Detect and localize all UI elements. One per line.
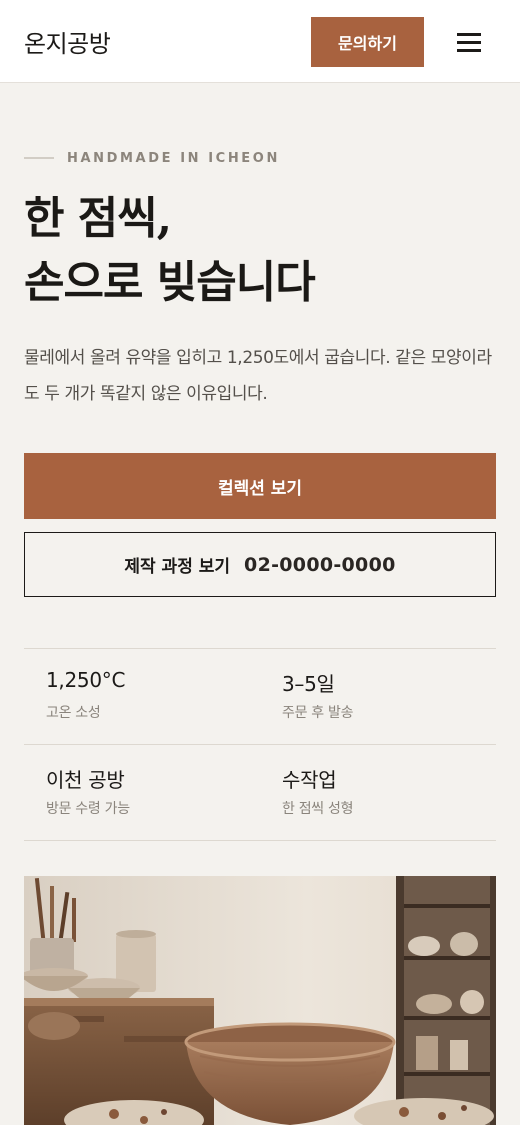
stat-label: 한 점씩 성형 [282, 801, 354, 817]
stat-value: 수작업 [282, 768, 337, 792]
stat-value: 3–5일 [282, 672, 335, 696]
stats-row: 이천 공방 방문 수령 가능 수작업 한 점씩 성형 [24, 745, 496, 841]
view-collection-button[interactable]: 컬렉션 보기 [24, 453, 496, 519]
view-process-label: 제작 과정 보기 [124, 557, 231, 577]
phone-number: 02-0000-0000 [244, 553, 396, 576]
stat-label: 방문 수령 가능 [46, 801, 130, 817]
stats-grid: 1,250°C 고온 소성 3–5일 주문 후 발송 이천 공방 방문 수령 가… [24, 648, 496, 841]
pottery-workshop-photo [24, 876, 496, 1125]
stat-value: 이천 공방 [46, 768, 125, 792]
inquiry-button[interactable]: 문의하기 [311, 17, 424, 67]
eyebrow-text: HANDMADE IN ICHEON [67, 150, 280, 166]
stat-item: 1,250°C 고온 소성 [24, 649, 260, 744]
hero-title-line-2: 손으로 빚습니다 [24, 257, 316, 308]
hero-eyebrow: HANDMADE IN ICHEON [24, 148, 280, 168]
hero-title: 한 점씩, 손으로 빚습니다 [24, 187, 504, 315]
view-process-button[interactable]: 제작 과정 보기 02-0000-0000 [24, 532, 496, 597]
stat-item: 수작업 한 점씩 성형 [260, 745, 496, 840]
stat-item: 이천 공방 방문 수령 가능 [24, 745, 260, 840]
hamburger-menu-icon[interactable] [452, 26, 486, 58]
hero-description: 물레에서 올려 유약을 입히고 1,250도에서 굽습니다. 같은 모양이라도 … [24, 348, 492, 404]
stat-label: 고온 소성 [46, 705, 101, 721]
stat-value: 1,250°C [46, 668, 126, 692]
stats-row: 1,250°C 고온 소성 3–5일 주문 후 발송 [24, 649, 496, 745]
eyebrow-divider [24, 157, 54, 159]
stat-label: 주문 후 발송 [282, 705, 354, 721]
site-header: 온지공방 문의하기 [0, 0, 520, 83]
brand-logo[interactable]: 온지공방 [24, 24, 111, 59]
hero-title-line-1: 한 점씩, [24, 193, 172, 244]
stat-item: 3–5일 주문 후 발송 [260, 649, 496, 744]
pottery-photo-illustration [24, 876, 496, 1125]
